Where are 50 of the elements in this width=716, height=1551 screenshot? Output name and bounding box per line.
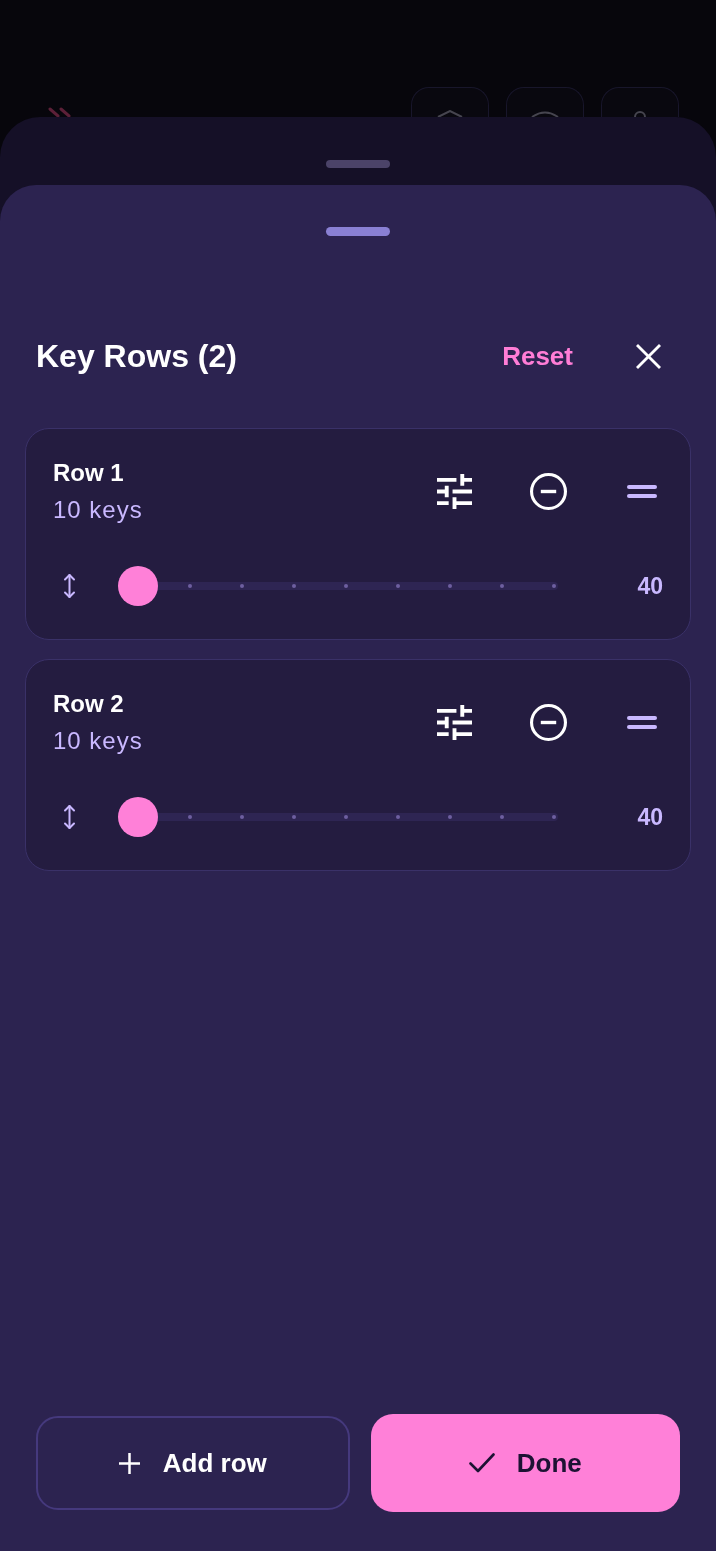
height-slider[interactable] bbox=[118, 566, 558, 606]
slider-tick bbox=[396, 815, 400, 819]
slider-value: 40 bbox=[637, 572, 663, 600]
close-icon bbox=[635, 343, 661, 369]
sheet-title: Key Rows (2) bbox=[36, 337, 237, 375]
minus-circle-icon bbox=[529, 473, 567, 510]
slider-tick bbox=[188, 815, 192, 819]
sliders-icon bbox=[436, 474, 472, 509]
slider-tick bbox=[552, 584, 556, 588]
slider-tick bbox=[240, 584, 244, 588]
toolbar-tile[interactable] bbox=[411, 87, 489, 117]
minus-circle-icon bbox=[529, 704, 567, 741]
slider-value: 40 bbox=[637, 803, 663, 831]
slider-tick bbox=[448, 584, 452, 588]
drag-handle-icon bbox=[627, 716, 657, 729]
slider-tick bbox=[500, 584, 504, 588]
slider-thumb[interactable] bbox=[118, 797, 158, 837]
add-row-button[interactable]: Add row bbox=[36, 1416, 350, 1510]
slider-tick bbox=[396, 584, 400, 588]
sliders-icon bbox=[436, 705, 472, 740]
key-count: 10 keys bbox=[53, 727, 143, 755]
slider-tick bbox=[344, 815, 348, 819]
plus-icon bbox=[118, 1452, 140, 1474]
slider-tick bbox=[292, 815, 296, 819]
sheet-handle[interactable] bbox=[326, 160, 390, 168]
slider-tick bbox=[292, 584, 296, 588]
drag-handle-icon bbox=[627, 485, 657, 498]
slider-tick bbox=[448, 815, 452, 819]
arc-icon bbox=[634, 109, 646, 117]
row-title: Row 2 bbox=[53, 690, 125, 718]
double-chevron-icon bbox=[48, 107, 72, 117]
chevron-icon bbox=[437, 110, 463, 117]
toolbar-tile[interactable] bbox=[506, 87, 584, 117]
sheet-handle[interactable] bbox=[326, 227, 390, 236]
height-slider[interactable] bbox=[118, 797, 558, 837]
slider-tick bbox=[240, 815, 244, 819]
up-down-arrow-icon bbox=[63, 573, 76, 599]
check-icon bbox=[468, 1453, 495, 1473]
slider-tick bbox=[344, 584, 348, 588]
slider-tick bbox=[500, 815, 504, 819]
arc-icon bbox=[531, 110, 559, 117]
reset-button[interactable]: Reset bbox=[495, 339, 580, 373]
toolbar-tile[interactable] bbox=[601, 87, 679, 117]
up-down-arrow-icon bbox=[63, 804, 76, 830]
done-button[interactable]: Done bbox=[370, 1414, 680, 1512]
key-count: 10 keys bbox=[53, 496, 143, 524]
row-title: Row 1 bbox=[53, 459, 125, 487]
slider-tick bbox=[188, 584, 192, 588]
slider-thumb[interactable] bbox=[118, 566, 158, 606]
slider-tick bbox=[552, 815, 556, 819]
